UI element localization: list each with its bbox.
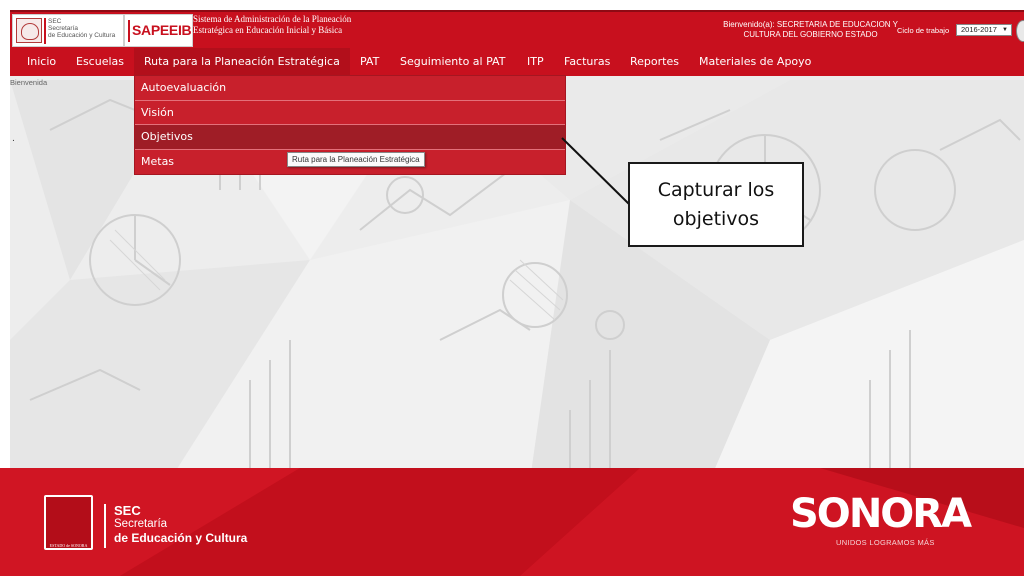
footer-banner: ESTADO de SONORA SEC Secretaría de Educa…	[0, 468, 1024, 576]
cycle-select[interactable]: 2016-2017 ▼	[956, 24, 1012, 36]
crest-label: ESTADO de SONORA	[49, 543, 88, 548]
menu-item-autoevaluacion[interactable]: Autoevaluación	[135, 76, 565, 101]
main-navbar: Inicio Escuelas Ruta para la Planeación …	[10, 48, 1024, 76]
menu-item-objetivos[interactable]: Objetivos	[135, 125, 565, 150]
tooltip: Ruta para la Planeación Estratégica	[287, 152, 425, 167]
chevron-down-icon: ▼	[1002, 27, 1008, 33]
sapeeib-logo[interactable]: SAPEEIB	[124, 14, 193, 47]
footer-sec-abbrev: SEC	[114, 503, 141, 518]
app-window: SEC Secretaría de Educación y Cultura SA…	[10, 10, 1024, 480]
footer-divider	[104, 504, 106, 548]
sonora-logo: SONORA	[790, 491, 972, 537]
callout-box: Capturar los objetivos	[628, 162, 804, 247]
cycle-select-value: 2016-2017	[961, 25, 997, 34]
footer-sec-logo: SEC Secretaría de Educación y Cultura	[114, 503, 248, 546]
nav-item-inicio[interactable]: Inicio	[18, 48, 65, 76]
nav-item-reportes[interactable]: Reportes	[622, 48, 687, 76]
sec-logo-text: SEC Secretaría de Educación y Cultura	[48, 18, 116, 40]
sonora-tagline: UNIDOS LOGRAMOS MÁS	[836, 538, 935, 547]
welcome-user: Bienvenido(a): SECRETARIA DE EDUCACION Y…	[723, 20, 898, 39]
sapeeib-logo-text: SAPEEIB	[132, 22, 192, 38]
breadcrumb: Bienvenida	[10, 78, 48, 87]
slide: SEC Secretaría de Educación y Cultura SA…	[0, 0, 1024, 576]
nav-item-pat[interactable]: PAT	[351, 48, 388, 76]
menu-item-vision[interactable]: Visión	[135, 101, 565, 125]
footer-sec-line3: de Educación y Cultura	[114, 531, 248, 545]
app-header: SEC Secretaría de Educación y Cultura SA…	[10, 10, 1024, 48]
user-menu-button[interactable]	[1016, 20, 1024, 42]
callout-text: Capturar los objetivos	[657, 178, 775, 230]
nav-item-materiales-apoyo[interactable]: Materiales de Apoyo	[691, 48, 819, 76]
cycle-label: Ciclo de trabajo	[897, 26, 950, 35]
logo-divider	[44, 18, 46, 44]
nav-item-facturas[interactable]: Facturas	[556, 48, 618, 76]
nav-item-ruta-planeacion[interactable]: Ruta para la Planeación Estratégica	[134, 48, 350, 76]
nav-item-seguimiento-pat[interactable]: Seguimiento al PAT	[392, 48, 513, 76]
system-title: Sistema de Administración de la Planeaci…	[193, 14, 352, 35]
footer-sec-line2: Secretaría	[114, 518, 168, 530]
nav-item-itp[interactable]: ITP	[519, 48, 552, 76]
logo-divider	[128, 20, 130, 42]
state-emblem-icon	[16, 18, 42, 43]
stray-text: .	[12, 134, 15, 144]
sec-logo[interactable]: SEC Secretaría de Educación y Cultura	[12, 14, 124, 47]
sonora-crest-icon	[44, 495, 93, 550]
nav-item-escuelas[interactable]: Escuelas	[68, 48, 132, 76]
